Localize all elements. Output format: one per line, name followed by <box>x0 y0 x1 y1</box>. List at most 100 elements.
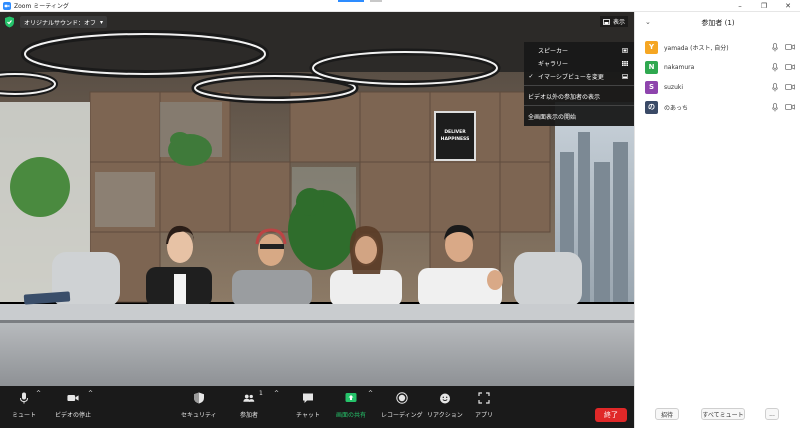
title-accent-secondary <box>370 0 382 2</box>
avatar: N <box>645 60 658 74</box>
check-icon: ✓ <box>528 72 534 80</box>
video-camera-icon[interactable] <box>785 43 795 51</box>
participant-name: のあっち <box>664 104 689 112</box>
participant-name: yamada (ホスト, 自分) <box>664 44 729 52</box>
mute-button[interactable]: ミュート <box>12 392 36 419</box>
mute-all-button[interactable]: すべてミュート <box>701 408 745 420</box>
title-bar: Zoom ミーティング – ❐ ✕ <box>0 0 800 12</box>
toolbar-label: ビデオの停止 <box>55 412 92 419</box>
view-menu-item-label: イマーシブビューを変更 <box>538 73 604 81</box>
view-menu-item-fullscreen[interactable]: 全画面表示の開始 <box>524 110 634 122</box>
microphone-icon[interactable] <box>772 82 778 92</box>
view-menu-item-label: 全画面表示の開始 <box>528 113 577 121</box>
chat-button[interactable]: チャット <box>296 392 320 419</box>
meeting-toolbar: ミュート ^ ビデオの停止 ^ セキュリティ 参加者 1 ^ チャット 画面の共… <box>0 386 634 428</box>
original-sound-label: オリジナルサウンド：オフ <box>24 19 97 27</box>
zoom-window: Zoom ミーティング – ❐ ✕ DELIVER HAPPINESS オリジナ… <box>0 0 800 428</box>
toolbar-label: ミュート <box>12 412 37 419</box>
menu-divider <box>524 105 634 106</box>
record-icon <box>396 392 408 404</box>
more-options-button[interactable]: ... <box>765 408 779 420</box>
toolbar-label: 画面の共有 <box>336 412 367 419</box>
chevron-down-icon: ▾ <box>100 18 104 26</box>
view-menu-item-immersive[interactable]: ✓ イマーシブビューを変更 <box>524 70 634 82</box>
participants-options-caret[interactable]: ^ <box>274 390 279 397</box>
view-menu-item-show-non-video[interactable]: ビデオ以外の参加者の表示 <box>524 90 634 102</box>
toolbar-label: セキュリティ <box>181 412 217 419</box>
view-layout-icon <box>603 18 610 25</box>
participant-row[interactable]: Y yamada (ホスト, 自分) <box>635 38 800 56</box>
avatar: の <box>645 100 658 114</box>
video-camera-icon[interactable] <box>785 103 795 111</box>
close-button[interactable]: ✕ <box>776 0 800 12</box>
toolbar-label: チャット <box>296 412 320 419</box>
menu-divider <box>524 85 634 86</box>
avatar: S <box>645 80 658 94</box>
microphone-icon[interactable] <box>772 102 778 112</box>
participant-row[interactable]: の のあっち <box>635 98 800 116</box>
share-screen-icon <box>345 393 357 402</box>
participants-panel-title: 参加者 (1) <box>701 19 735 27</box>
mute-options-caret[interactable]: ^ <box>36 390 41 397</box>
view-menu-item-gallery[interactable]: ギャラリー <box>524 57 634 69</box>
participants-button[interactable]: 参加者 <box>240 392 258 419</box>
poster-frame <box>434 111 476 161</box>
chat-icon <box>302 393 313 403</box>
video-camera-icon[interactable] <box>785 63 795 71</box>
gallery-view-icon <box>622 60 628 66</box>
microphone-icon <box>20 392 28 404</box>
view-menu-item-label: ビデオ以外の参加者の表示 <box>528 93 601 101</box>
desk-top <box>0 304 634 320</box>
view-button[interactable]: 表示 <box>599 16 628 27</box>
view-menu: スピーカー ギャラリー ✓ イマーシブビューを変更 ビデオ以外の参加者の表示 全… <box>524 42 634 126</box>
meeting-area: DELIVER HAPPINESS オリジナルサウンド：オフ ▾ 表示 スピーカ… <box>0 12 634 428</box>
reaction-icon <box>439 393 450 404</box>
microphone-icon[interactable] <box>772 42 778 52</box>
minimize-button[interactable]: – <box>728 0 752 12</box>
view-button-label: 表示 <box>612 19 625 26</box>
share-screen-button[interactable]: 画面の共有 <box>336 392 366 419</box>
toolbar-label: リアクション <box>427 412 463 419</box>
video-camera-icon <box>67 395 79 401</box>
stop-video-button[interactable]: ビデオの停止 <box>55 392 91 419</box>
toolbar-label: 参加者 <box>240 412 259 419</box>
poster-line-2: HAPPINESS <box>441 136 470 142</box>
share-options-caret[interactable]: ^ <box>368 390 373 397</box>
participants-panel: ⌄ 参加者 (1) Y yamada (ホスト, 自分) N nakamura … <box>634 12 800 428</box>
record-button[interactable]: レコーディング <box>381 392 423 419</box>
shelf-niche <box>95 172 155 227</box>
participant-name: suzuki <box>664 83 684 91</box>
speaker-view-icon <box>622 47 628 53</box>
immersive-view-icon <box>622 73 628 79</box>
window-title: Zoom ミーティング <box>14 3 69 10</box>
desk-edge <box>0 320 634 323</box>
participant-count: 1 <box>259 390 263 397</box>
invite-button[interactable]: 招待 <box>655 408 679 420</box>
view-menu-item-label: ギャラリー <box>538 60 569 68</box>
participants-icon <box>243 394 255 402</box>
plant-left-window <box>10 157 70 217</box>
microphone-icon[interactable] <box>772 62 778 72</box>
security-button[interactable]: セキュリティ <box>181 392 217 419</box>
view-menu-item-speaker[interactable]: スピーカー <box>524 44 634 56</box>
apps-button[interactable]: アプリ <box>475 392 493 419</box>
toolbar-label: アプリ <box>475 412 494 419</box>
encryption-shield-icon[interactable] <box>4 16 15 28</box>
end-meeting-button[interactable]: 終了 <box>595 408 627 422</box>
zoom-logo-icon <box>3 1 11 10</box>
participant-name: nakamura <box>664 63 695 71</box>
desk-front <box>0 320 634 386</box>
participant-row[interactable]: S suzuki <box>635 78 800 96</box>
reactions-button[interactable]: リアクション <box>427 392 463 419</box>
view-menu-item-label: スピーカー <box>538 47 569 55</box>
window-controls: – ❐ ✕ <box>728 0 800 12</box>
restore-button[interactable]: ❐ <box>752 0 776 12</box>
original-sound-toggle[interactable]: オリジナルサウンド：オフ ▾ <box>20 16 108 28</box>
video-camera-icon[interactable] <box>785 83 795 91</box>
shield-icon <box>193 392 204 404</box>
title-accent <box>338 0 364 2</box>
participant-row[interactable]: N nakamura <box>635 58 800 76</box>
poster-line-1: DELIVER <box>444 129 466 135</box>
video-options-caret[interactable]: ^ <box>88 390 93 397</box>
apps-icon <box>478 392 490 404</box>
